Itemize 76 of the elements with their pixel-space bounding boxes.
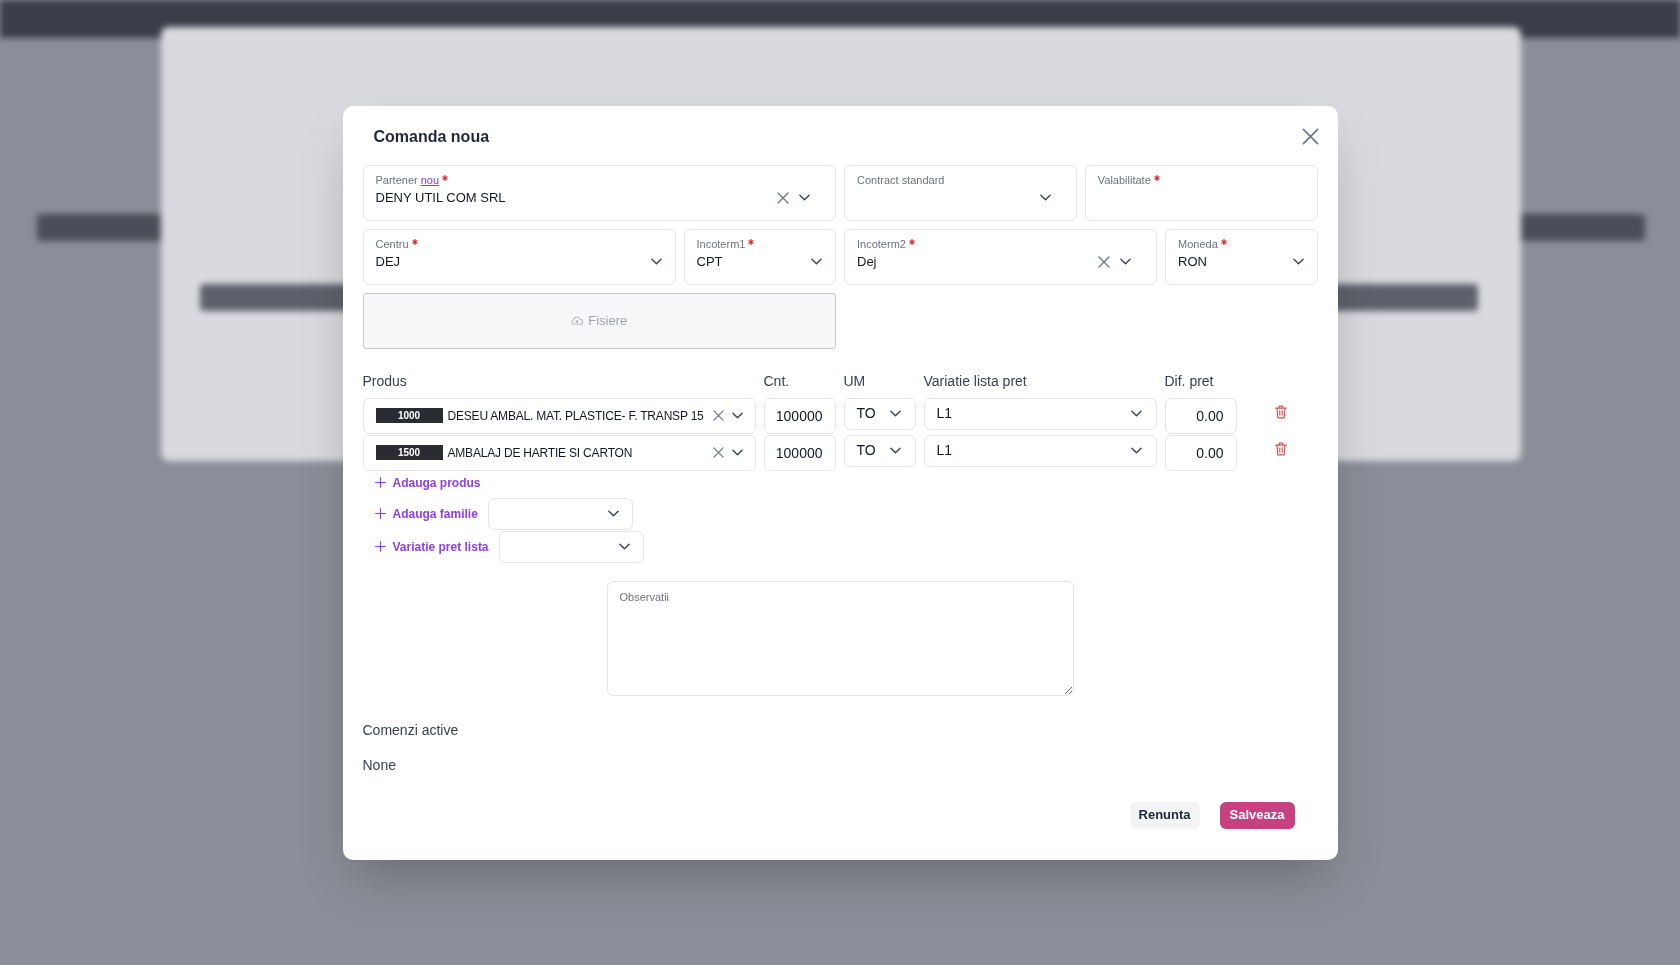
column-header: Dif. pret: [1164, 372, 1214, 389]
product-name: AMBALAJ DE HARTIE SI CARTON: [447, 444, 633, 462]
dropdown-field[interactable]: Partener nou DENY UTIL COM SRL: [362, 164, 836, 221]
empty-state-text: None: [362, 755, 396, 775]
field-value: Dej: [857, 252, 877, 271]
column-header: Produs: [362, 372, 407, 389]
chevron-down-icon: [1130, 410, 1142, 417]
price-list-select[interactable]: L1: [923, 434, 1157, 467]
dropdown-field[interactable]: Contract standard: [844, 164, 1077, 221]
field-value: CPT: [696, 252, 723, 271]
dropdown-field[interactable]: Incoterm1 CPT: [683, 228, 836, 285]
dropdown-field[interactable]: Moneda RON: [1165, 228, 1318, 285]
add-link[interactable]: Variatie pret lista: [374, 537, 489, 556]
price-list-select[interactable]: L1: [923, 397, 1157, 430]
add-link[interactable]: Adauga familie: [374, 504, 478, 523]
column-header: Variatie lista pret: [923, 372, 1027, 389]
field-label: Incoterm1: [696, 236, 746, 252]
unit-select[interactable]: TO: [843, 434, 916, 467]
chevron-down-icon: [731, 412, 743, 419]
field-value: DENY UTIL COM SRL: [375, 188, 506, 207]
chevron-down-icon: [607, 510, 619, 517]
cancel-button[interactable]: Renunta: [1129, 801, 1200, 829]
chevron-down-icon: [1039, 194, 1051, 201]
dropdown-field[interactable]: [487, 497, 633, 530]
plus-icon: [374, 541, 386, 552]
chevron-down-icon: [1120, 258, 1131, 265]
chevron-down-icon: [618, 543, 630, 550]
delete-row-button[interactable]: [1275, 404, 1287, 419]
save-button[interactable]: Salveaza: [1219, 801, 1295, 829]
chevron-down-icon: [889, 410, 901, 417]
price-difference-input[interactable]: 0.00: [1164, 434, 1237, 471]
product-code-tag: 1500: [375, 445, 443, 460]
add-link[interactable]: Adauga produs: [374, 473, 481, 492]
field-value: DEJ: [375, 252, 401, 271]
notes-textarea[interactable]: Observatii: [606, 580, 1074, 696]
price-difference-input[interactable]: 0.00: [1164, 397, 1237, 434]
dropdown-field[interactable]: [498, 530, 644, 563]
chevron-down-icon: [799, 194, 810, 201]
field-label: Incoterm2: [857, 236, 906, 252]
product-select[interactable]: 1000 DESEU AMBAL. MAT. PLASTICE- F. TRANSP 15: [362, 397, 756, 434]
section-heading: Comenzi active: [362, 720, 459, 740]
column-header: Cnt.: [763, 372, 790, 389]
field-label: Moneda: [1178, 236, 1218, 252]
chevron-down-icon: [731, 449, 743, 456]
delete-row-button[interactable]: [1275, 441, 1287, 456]
quantity-input[interactable]: 100000: [763, 397, 836, 434]
new-link[interactable]: nou: [420, 172, 440, 188]
trash-icon: [1275, 441, 1287, 456]
plus-icon: [374, 477, 386, 488]
cloud-upload-icon: [571, 316, 584, 325]
close-button[interactable]: [1301, 128, 1319, 145]
field-label: Partener: [375, 172, 418, 188]
dropdown-field[interactable]: Incoterm2 Dej: [844, 228, 1157, 285]
field-label: Contract standard: [857, 172, 945, 188]
column-header: UM: [843, 372, 866, 389]
product-select[interactable]: 1500 AMBALAJ DE HARTIE SI CARTON: [362, 434, 756, 471]
trash-icon: [1275, 404, 1287, 419]
field-label: Centru: [375, 236, 409, 252]
unit-select[interactable]: TO: [843, 397, 916, 430]
chevron-down-icon: [889, 447, 901, 454]
chevron-down-icon: [650, 258, 662, 265]
product-name: DESEU AMBAL. MAT. PLASTICE- F. TRANSP 15: [447, 407, 704, 425]
plus-icon: [374, 508, 386, 519]
chevron-down-icon: [1130, 447, 1142, 454]
field-label: Valabilitate: [1097, 172, 1151, 188]
product-code-tag: 1000: [375, 408, 443, 423]
input-field[interactable]: Valabilitate: [1084, 164, 1318, 221]
dropdown-field[interactable]: Centru DEJ: [362, 228, 676, 285]
field-value: RON: [1178, 252, 1207, 271]
clear-icon: [712, 447, 724, 458]
clear-icon: [712, 410, 724, 421]
close-icon: [1301, 128, 1319, 145]
chevron-down-icon: [1292, 258, 1304, 265]
chevron-down-icon: [811, 258, 822, 265]
quantity-input[interactable]: 100000: [763, 434, 836, 471]
dialog-title: Comanda noua: [373, 126, 490, 147]
